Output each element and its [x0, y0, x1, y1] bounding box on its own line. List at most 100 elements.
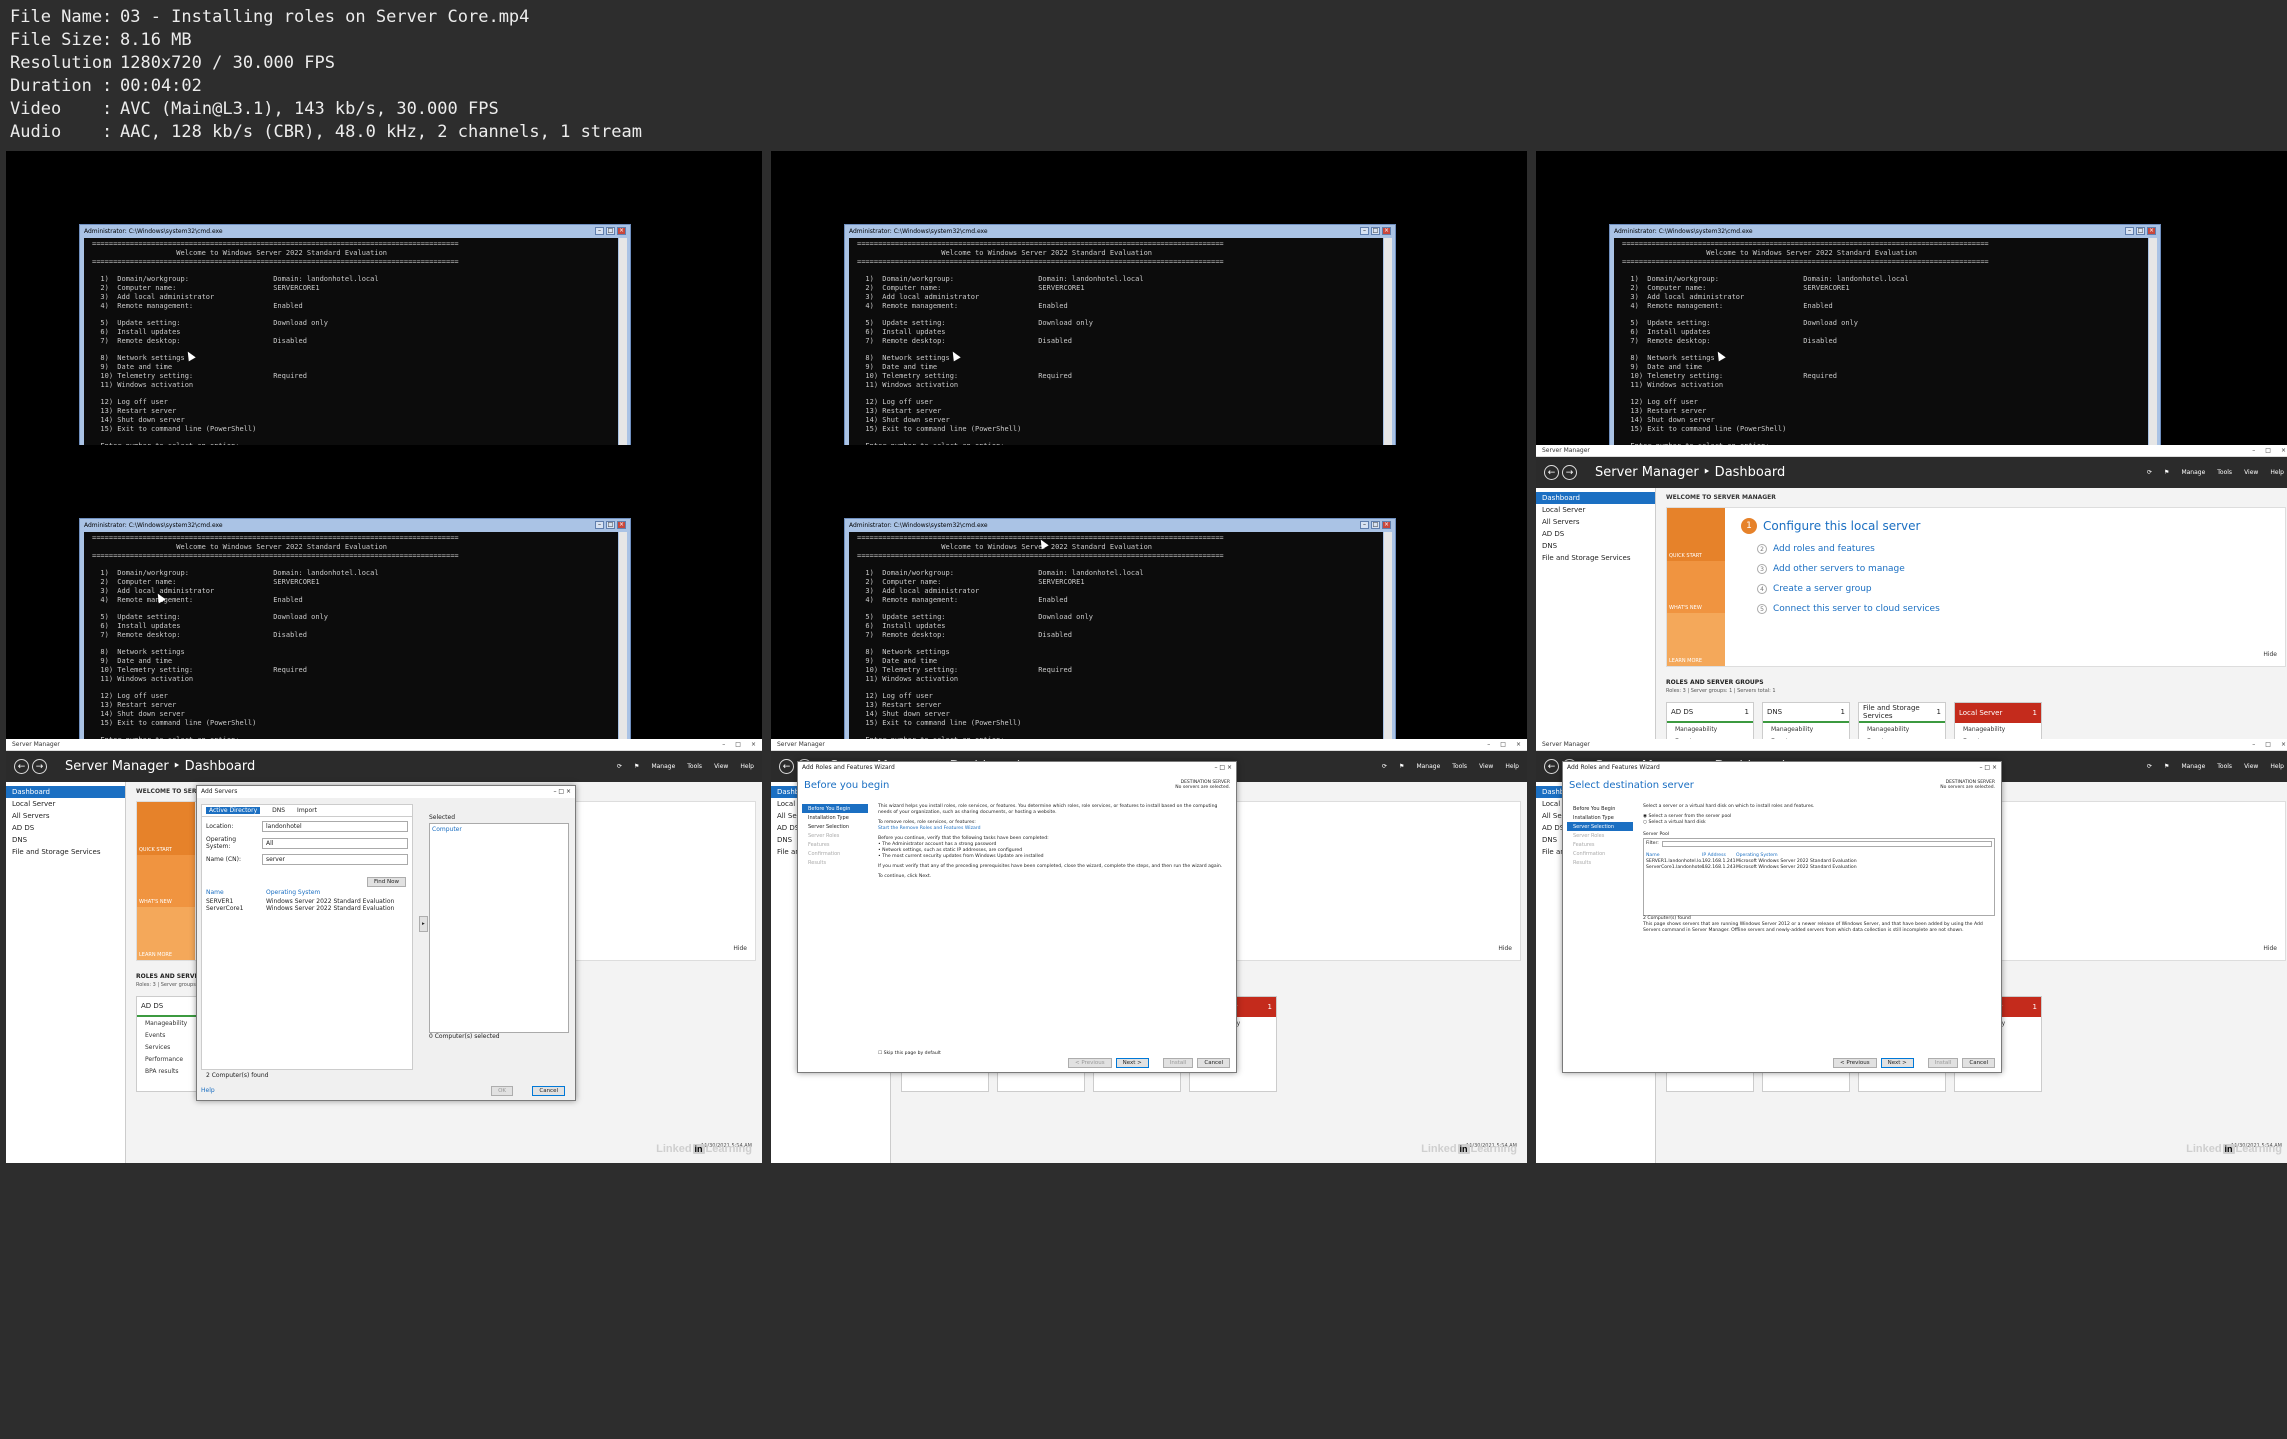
- menu-item[interactable]: View: [2244, 763, 2258, 770]
- table-row[interactable]: ServerCore1.landonhotel... 192.168.1.243 M…: [1646, 865, 1992, 871]
- video-thumbnail[interactable]: Server Manager–□×←→Server Manager ‣ Dash…: [6, 739, 762, 1163]
- sidebar-item[interactable]: AD DS: [1536, 528, 1655, 540]
- previous-button[interactable]: < Previous: [1833, 1058, 1877, 1068]
- close-button[interactable]: ×: [1382, 521, 1391, 529]
- minimize-button[interactable]: –: [595, 227, 604, 235]
- hide-link[interactable]: Hide: [2263, 651, 2277, 658]
- configure-local-server-link[interactable]: 1 Configure this local server: [1741, 518, 1940, 534]
- forward-arrow-icon[interactable]: →: [1562, 465, 1577, 480]
- selected-column-header[interactable]: Computer: [432, 826, 566, 833]
- find-now-button[interactable]: Find Now: [367, 877, 406, 887]
- minimize-button[interactable]: –: [2252, 741, 2255, 748]
- wizard-step[interactable]: Installation Type: [802, 813, 868, 822]
- maximize-button[interactable]: □: [606, 521, 615, 529]
- wizard-step[interactable]: Confirmation: [1567, 849, 1633, 858]
- hide-link[interactable]: Hide: [1498, 945, 1512, 952]
- back-arrow-icon[interactable]: ←: [1544, 465, 1559, 480]
- menu-item[interactable]: View: [714, 763, 728, 770]
- back-arrow-icon[interactable]: ←: [14, 759, 29, 774]
- minimize-button[interactable]: –: [722, 741, 725, 748]
- quick-tab[interactable]: LEARN MORE: [1667, 613, 1725, 666]
- flag-icon[interactable]: ⚑: [2164, 469, 2169, 476]
- close-button[interactable]: ×: [617, 521, 626, 529]
- menu-item[interactable]: View: [1479, 763, 1493, 770]
- menu-item[interactable]: Manage: [1416, 763, 1440, 770]
- close-button[interactable]: ×: [751, 741, 756, 748]
- tile-row[interactable]: Manageability: [1667, 723, 1753, 735]
- menu-item[interactable]: Tools: [1452, 763, 1467, 770]
- close-button[interactable]: ×: [1516, 741, 1521, 748]
- minimize-button[interactable]: –: [1360, 521, 1369, 529]
- quick-tab[interactable]: QUICK START: [137, 802, 195, 855]
- wizard-step[interactable]: Before You Begin: [802, 804, 868, 813]
- flag-icon[interactable]: ⚑: [2164, 763, 2169, 770]
- close-button[interactable]: ×: [1382, 227, 1391, 235]
- maximize-button[interactable]: □: [1371, 521, 1380, 529]
- dialog-close-button[interactable]: – □ ×: [553, 788, 571, 796]
- minimize-button[interactable]: –: [2125, 227, 2134, 235]
- menu-item[interactable]: View: [2244, 469, 2258, 476]
- next-button[interactable]: Next >: [1880, 1058, 1914, 1068]
- sidebar-item[interactable]: Local Server: [6, 798, 125, 810]
- minimize-button[interactable]: –: [1360, 227, 1369, 235]
- minimize-button[interactable]: –: [1487, 741, 1490, 748]
- cancel-button[interactable]: Cancel: [532, 1086, 565, 1096]
- add-arrow-button[interactable]: ▸: [419, 916, 428, 932]
- wizard-step[interactable]: Server Roles: [1567, 831, 1633, 840]
- wizard-step[interactable]: Results: [802, 858, 868, 867]
- welcome-item-link[interactable]: 5 Connect this server to cloud services: [1757, 604, 1940, 614]
- close-button[interactable]: ×: [2281, 741, 2286, 748]
- back-arrow-icon[interactable]: ←: [1544, 759, 1559, 774]
- tile-row[interactable]: Manageability: [1763, 723, 1849, 735]
- wizard-step[interactable]: Server Selection: [802, 822, 868, 831]
- maximize-button[interactable]: □: [1500, 741, 1506, 748]
- maximize-button[interactable]: □: [606, 227, 615, 235]
- menu-item[interactable]: Help: [2270, 469, 2284, 476]
- dialog-tab[interactable]: Import: [297, 807, 317, 814]
- wizard-window-controls[interactable]: – □ ×: [1214, 764, 1232, 772]
- minimize-button[interactable]: –: [595, 521, 604, 529]
- dialog-tab[interactable]: Active Directory: [206, 807, 261, 814]
- wizard-step[interactable]: Installation Type: [1567, 813, 1633, 822]
- sidebar-item[interactable]: Local Server: [1536, 504, 1655, 516]
- menu-item[interactable]: Tools: [2217, 469, 2232, 476]
- maximize-button[interactable]: □: [735, 741, 741, 748]
- menu-item[interactable]: Help: [2270, 763, 2284, 770]
- wizard-step[interactable]: Results: [1567, 858, 1633, 867]
- quick-tab[interactable]: WHAT'S NEW: [1667, 560, 1725, 614]
- sidebar-item[interactable]: File and Storage Services: [6, 846, 125, 858]
- maximize-button[interactable]: □: [2265, 741, 2271, 748]
- hide-link[interactable]: Hide: [733, 945, 747, 952]
- next-button[interactable]: Next >: [1115, 1058, 1149, 1068]
- sidebar-item[interactable]: AD DS: [6, 822, 125, 834]
- table-row[interactable]: SERVER1 Windows Server 2022 Standard Eval…: [206, 898, 408, 905]
- maximize-button[interactable]: □: [1371, 227, 1380, 235]
- welcome-item-link[interactable]: 4 Create a server group: [1757, 584, 1940, 594]
- menu-item[interactable]: Tools: [2217, 763, 2232, 770]
- close-button[interactable]: ×: [2281, 447, 2286, 454]
- install-button[interactable]: Install: [1162, 1058, 1194, 1068]
- menu-item[interactable]: Help: [740, 763, 754, 770]
- sidebar-item[interactable]: File and Storage Services: [1536, 552, 1655, 564]
- quick-tab[interactable]: QUICK START: [1667, 508, 1725, 561]
- quick-tab[interactable]: WHAT'S NEW: [137, 854, 195, 908]
- cancel-button[interactable]: Cancel: [1962, 1058, 1995, 1068]
- welcome-item-link[interactable]: 3 Add other servers to manage: [1757, 564, 1940, 574]
- refresh-icon[interactable]: ⟳: [617, 763, 622, 770]
- welcome-item-link[interactable]: 2 Add roles and features: [1757, 544, 1940, 554]
- wizard-step[interactable]: Features: [1567, 840, 1633, 849]
- previous-button[interactable]: < Previous: [1068, 1058, 1112, 1068]
- close-button[interactable]: ×: [617, 227, 626, 235]
- maximize-button[interactable]: □: [2265, 447, 2271, 454]
- menu-item[interactable]: Help: [1505, 763, 1519, 770]
- skip-checkbox[interactable]: ☐ Skip this page by default: [878, 1051, 941, 1056]
- maximize-button[interactable]: □: [2136, 227, 2145, 235]
- quick-tab[interactable]: LEARN MORE: [137, 907, 195, 960]
- name-input[interactable]: server: [262, 854, 408, 865]
- refresh-icon[interactable]: ⟳: [2147, 763, 2152, 770]
- sidebar-item[interactable]: All Servers: [1536, 516, 1655, 528]
- sidebar-item[interactable]: DNS: [6, 834, 125, 846]
- video-thumbnail[interactable]: Server Manager–□×←→Server Manager ‣ Dash…: [771, 739, 1527, 1163]
- tile-row[interactable]: Manageability: [1859, 723, 1945, 735]
- sidebar-item[interactable]: All Servers: [6, 810, 125, 822]
